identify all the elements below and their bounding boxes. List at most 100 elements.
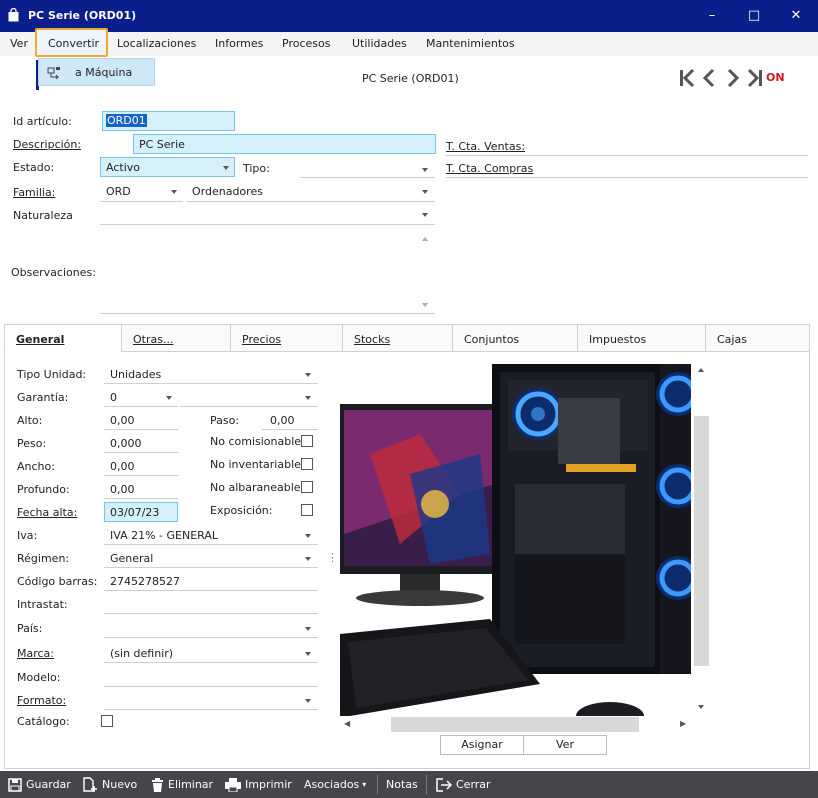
tab-stocks[interactable]: Stocks — [342, 324, 453, 352]
modelo-underline[interactable] — [104, 686, 318, 687]
estado-value: Activo — [106, 161, 140, 174]
alto-label: Alto: — [17, 414, 43, 427]
image-vertical-scroll-thumb[interactable] — [694, 416, 709, 666]
tipo-unidad-value[interactable]: Unidades — [110, 368, 161, 381]
garantia-dropdown-icon[interactable] — [166, 396, 172, 400]
naturaleza-underline[interactable] — [100, 224, 435, 225]
cta-compras-label[interactable]: T. Cta. Compras — [446, 162, 533, 175]
exposicion-checkbox[interactable] — [301, 504, 313, 516]
image-vertical-scrollbar[interactable] — [693, 364, 710, 716]
last-record-icon[interactable] — [747, 68, 762, 88]
delete-button[interactable]: Eliminar — [151, 771, 213, 798]
iva-dropdown-icon[interactable] — [305, 534, 311, 538]
id-articulo-field[interactable]: ORD01 — [102, 111, 235, 131]
fecha-alta-label[interactable]: Fecha alta: — [17, 506, 77, 519]
menu-utilidades[interactable]: Utilidades — [352, 37, 407, 50]
no-albaraneable-checkbox[interactable] — [301, 481, 313, 493]
menu-mantenimientos[interactable]: Mantenimientos — [426, 37, 515, 50]
new-button[interactable]: Nuevo — [82, 771, 137, 798]
associated-menu-button[interactable]: Asociados ▾ — [304, 771, 366, 798]
estado-select[interactable]: Activo — [100, 157, 235, 177]
garantia-value[interactable]: 0 — [110, 391, 117, 404]
scroll-right-icon[interactable]: ▶ — [680, 719, 686, 728]
cta-ventas-label[interactable]: T. Cta. Ventas: — [446, 140, 525, 153]
tab-cajas[interactable]: Cajas — [705, 324, 810, 352]
descripcion-label[interactable]: Descripción: — [13, 138, 81, 151]
scroll-up-icon[interactable] — [422, 237, 428, 241]
cta-compras-underline[interactable] — [446, 177, 808, 178]
minimize-button[interactable]: – — [702, 6, 722, 26]
scroll-down-icon[interactable] — [422, 303, 428, 307]
close-window-button[interactable]: ✕ — [786, 6, 806, 26]
notes-button[interactable]: Notas — [386, 771, 418, 798]
descripcion-field[interactable]: PC Serie — [133, 134, 436, 154]
save-button[interactable]: Guardar — [8, 771, 71, 798]
image-horizontal-scroll-thumb[interactable] — [391, 717, 639, 732]
previous-record-icon[interactable] — [702, 68, 715, 88]
print-button[interactable]: Imprimir — [225, 771, 292, 798]
tab-otras[interactable]: Otras... — [121, 324, 231, 352]
peso-value[interactable]: 0,000 — [110, 437, 142, 450]
toolbar-separator — [377, 775, 378, 794]
garantia-unit-dropdown-icon[interactable] — [305, 396, 311, 400]
fecha-alta-field[interactable]: 03/07/23 — [104, 502, 178, 522]
familia-name-dropdown-icon[interactable] — [422, 190, 428, 194]
no-inventariable-checkbox[interactable] — [301, 458, 313, 470]
garantia-unit-underline — [180, 406, 318, 407]
menu-procesos[interactable]: Procesos — [282, 37, 330, 50]
familia-name[interactable]: Ordenadores — [192, 185, 263, 198]
iva-value[interactable]: IVA 21% - GENERAL — [110, 529, 218, 542]
regimen-value[interactable]: General — [110, 552, 153, 565]
marca-label[interactable]: Marca: — [17, 647, 54, 660]
first-record-icon[interactable] — [680, 68, 695, 88]
tab-precios[interactable]: Precios — [230, 324, 343, 352]
tipo-unidad-dropdown-icon[interactable] — [305, 373, 311, 377]
naturaleza-dropdown-icon[interactable] — [422, 213, 428, 217]
alto-value[interactable]: 0,00 — [110, 414, 135, 427]
scroll-up-icon[interactable] — [698, 368, 704, 372]
familia-label[interactable]: Familia: — [13, 186, 55, 199]
no-albaraneable-label: No albaraneable: — [210, 481, 305, 494]
formato-underline[interactable] — [104, 709, 318, 710]
menu-informes[interactable]: Informes — [215, 37, 263, 50]
formato-dropdown-icon[interactable] — [305, 699, 311, 703]
tab-general[interactable]: General — [4, 324, 122, 352]
chevron-down-icon: ▾ — [362, 780, 367, 789]
more-options-icon[interactable]: ⋮ — [327, 551, 338, 564]
familia-dropdown-icon[interactable] — [171, 190, 177, 194]
observaciones-textarea[interactable] — [100, 228, 435, 314]
tipo-select-underline[interactable] — [300, 177, 435, 178]
image-horizontal-scrollbar[interactable]: ◀ ▶ — [340, 716, 691, 733]
assign-image-button[interactable]: Asignar — [440, 735, 524, 755]
pais-underline[interactable] — [104, 637, 318, 638]
scroll-left-icon[interactable]: ◀ — [344, 719, 350, 728]
view-image-button[interactable]: Ver — [523, 735, 607, 755]
tab-impuestos[interactable]: Impuestos — [577, 324, 706, 352]
formato-label[interactable]: Formato: — [17, 694, 66, 707]
regimen-dropdown-icon[interactable] — [305, 557, 311, 561]
scroll-down-icon[interactable] — [698, 705, 704, 709]
ancho-value[interactable]: 0,00 — [110, 460, 135, 473]
tipo-dropdown-icon[interactable] — [422, 168, 428, 172]
close-button[interactable]: Cerrar — [436, 771, 491, 798]
marca-dropdown-icon[interactable] — [305, 652, 311, 656]
maximize-button[interactable]: □ — [744, 6, 764, 26]
menu-option-a-maquina[interactable]: a Máquina — [75, 66, 132, 79]
product-image — [340, 364, 691, 716]
menu-ver[interactable]: Ver — [10, 37, 28, 50]
pais-dropdown-icon[interactable] — [305, 627, 311, 631]
familia-code[interactable]: ORD — [106, 185, 131, 198]
cta-ventas-underline[interactable] — [446, 155, 808, 156]
codigo-barras-value[interactable]: 2745278527 — [110, 575, 180, 588]
tipo-unidad-label: Tipo Unidad: — [17, 368, 87, 381]
tab-conjuntos[interactable]: Conjuntos — [452, 324, 578, 352]
profundo-value[interactable]: 0,00 — [110, 483, 135, 496]
menu-localizaciones[interactable]: Localizaciones — [117, 37, 196, 50]
menu-convertir[interactable]: Convertir — [48, 37, 99, 50]
intrastat-underline[interactable] — [104, 613, 318, 614]
paso-value[interactable]: 0,00 — [270, 414, 295, 427]
catalogo-checkbox[interactable] — [101, 715, 113, 727]
next-record-icon[interactable] — [727, 68, 740, 88]
no-comisionable-checkbox[interactable] — [301, 435, 313, 447]
marca-value[interactable]: (sin definir) — [110, 647, 173, 660]
